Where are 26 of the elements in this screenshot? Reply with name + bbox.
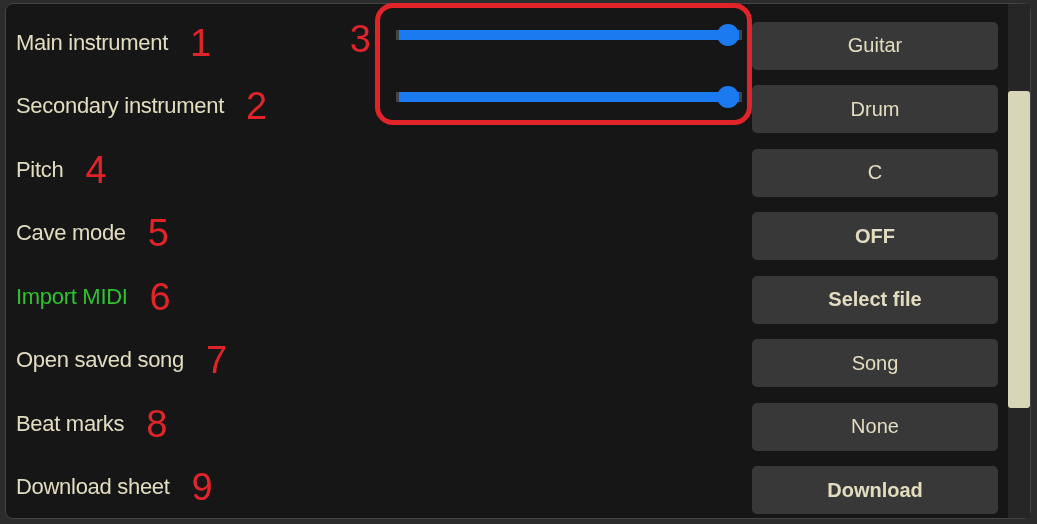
setting-label: Pitch [16, 156, 64, 183]
option-button[interactable]: C [752, 148, 998, 197]
setting-label: Download sheet [16, 474, 170, 501]
option-button[interactable]: Guitar [752, 21, 998, 70]
option-button[interactable]: Download [752, 466, 998, 515]
setting-label: Cave mode [16, 220, 126, 247]
annotation-number: 1 [190, 23, 212, 62]
annotation-number: 2 [246, 87, 268, 126]
annotation-number: 7 [205, 341, 228, 380]
annotation-number: 9 [191, 468, 213, 507]
annotation-number: 4 [85, 150, 107, 189]
option-button[interactable]: Drum [752, 85, 998, 134]
option-button[interactable]: None [752, 402, 998, 451]
setting-label: Secondary instrument [16, 93, 224, 120]
scrollbar[interactable] [1008, 4, 1030, 518]
option-button[interactable]: OFF [752, 212, 998, 261]
annotation-number: 8 [146, 404, 168, 443]
setting-label: Main instrument [16, 29, 168, 56]
option-button[interactable]: Select file [752, 275, 998, 324]
annotation-number: 5 [147, 214, 169, 253]
setting-label: Beat marks [16, 410, 125, 437]
annotation-number: 6 [149, 277, 171, 316]
option-button[interactable]: Song [752, 339, 998, 388]
setting-label: Import MIDI [16, 283, 128, 310]
setting-label: Open saved song [16, 347, 184, 374]
annotation-number: 3 [349, 20, 371, 58]
